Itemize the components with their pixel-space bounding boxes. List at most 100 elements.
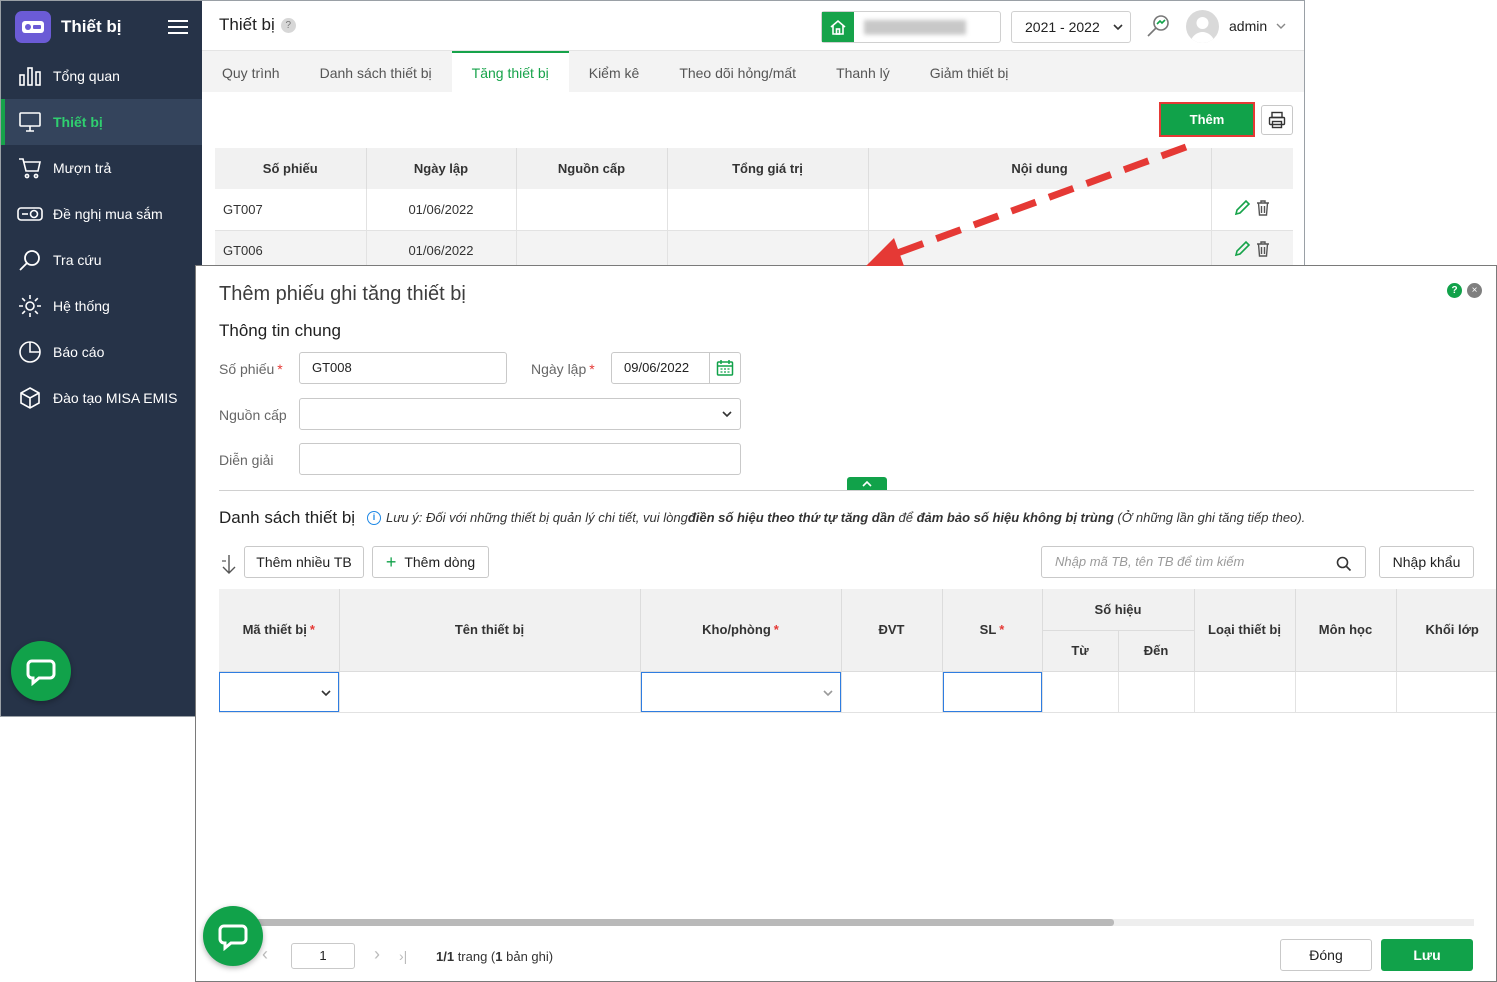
required-mark: * bbox=[773, 622, 779, 638]
ma-thiet-bi-select[interactable] bbox=[219, 671, 339, 712]
calendar-icon[interactable] bbox=[709, 353, 740, 383]
sidebar-item-dao-tao[interactable]: Đào tạo MISA EMIS bbox=[1, 375, 202, 421]
add-many-button[interactable]: Thêm nhiều TB bbox=[244, 546, 364, 578]
column-header-mon-hoc[interactable]: Môn học bbox=[1295, 589, 1397, 672]
khoi-lop-cell[interactable] bbox=[1396, 671, 1496, 713]
scrollbar-thumb[interactable] bbox=[256, 919, 1114, 926]
import-button[interactable]: Nhập khẩu bbox=[1379, 546, 1474, 578]
column-header-ma-thiet-bi[interactable]: Mã thiết bị * bbox=[219, 589, 340, 672]
loai-thiet-bi-cell[interactable] bbox=[1194, 671, 1296, 713]
help-icon[interactable]: ? bbox=[280, 18, 296, 34]
dvt-cell[interactable] bbox=[841, 671, 943, 713]
column-header-loai-thiet-bi[interactable]: Loại thiết bị bbox=[1194, 589, 1296, 672]
chevron-down-icon bbox=[721, 399, 733, 440]
search-icon-wrap[interactable] bbox=[1331, 546, 1361, 578]
school-year-select[interactable]: 2021 - 2022 bbox=[1011, 11, 1131, 43]
column-header[interactable]: Số phiếu bbox=[215, 148, 367, 189]
magic-search-icon[interactable] bbox=[1145, 13, 1171, 42]
ten-thiet-bi-cell[interactable] bbox=[339, 671, 641, 713]
ma-thiet-bi-cell[interactable] bbox=[219, 671, 340, 713]
chevron-down-icon[interactable] bbox=[1275, 15, 1287, 38]
school-year-value: 2021 - 2022 bbox=[1025, 19, 1100, 35]
plus-icon: + bbox=[385, 551, 397, 572]
tab-quy-trinh[interactable]: Quy trình bbox=[202, 51, 300, 92]
pie-chart-icon bbox=[17, 340, 43, 364]
sidebar-item-muon-tra[interactable]: Mượn trả bbox=[1, 145, 202, 191]
next-page-icon[interactable]: › bbox=[374, 944, 380, 965]
prev-page-icon[interactable]: ‹ bbox=[262, 944, 268, 965]
username[interactable]: admin bbox=[1229, 18, 1267, 34]
tab-tang-thiet-bi[interactable]: Tăng thiết bị bbox=[451, 51, 569, 92]
chat-support-button[interactable] bbox=[203, 906, 263, 966]
column-header-den[interactable]: Đến bbox=[1118, 630, 1195, 672]
tu-cell[interactable] bbox=[1042, 671, 1119, 713]
sl-input[interactable] bbox=[942, 671, 1042, 712]
search-icon bbox=[1336, 553, 1352, 583]
den-cell[interactable] bbox=[1118, 671, 1195, 713]
sidebar-item-tra-cuu[interactable]: Tra cứu bbox=[1, 237, 202, 283]
column-header[interactable]: Ngày lập bbox=[366, 148, 517, 189]
edit-pencil-icon[interactable] bbox=[1233, 240, 1251, 261]
add-button[interactable]: Thêm bbox=[1159, 102, 1255, 137]
sidebar-item-thiet-bi[interactable]: Thiết bị bbox=[1, 99, 202, 145]
monitor-icon bbox=[17, 110, 43, 134]
hamburger-menu-icon[interactable] bbox=[168, 16, 188, 38]
table-row[interactable]: GT007 01/06/2022 bbox=[215, 189, 1293, 231]
column-header-tu[interactable]: Từ bbox=[1042, 630, 1119, 672]
trash-icon[interactable] bbox=[1255, 241, 1271, 261]
sidebar-item-bao-cao[interactable]: Báo cáo bbox=[1, 329, 202, 375]
trash-icon[interactable] bbox=[1255, 200, 1271, 220]
tab-kiem-ke[interactable]: Kiểm kê bbox=[569, 51, 660, 92]
column-header[interactable]: Tổng giá trị bbox=[667, 148, 869, 189]
gear-icon bbox=[17, 294, 43, 318]
avatar[interactable] bbox=[1186, 10, 1219, 43]
sidebar-item-tong-quan[interactable]: Tổng quan bbox=[1, 53, 202, 99]
note-suffix: (Ở những lần ghi tăng tiếp theo). bbox=[1113, 510, 1306, 525]
column-header-ten-thiet-bi[interactable]: Tên thiết bị bbox=[339, 589, 641, 672]
tab-thanh-ly[interactable]: Thanh lý bbox=[816, 51, 910, 92]
edit-pencil-icon[interactable] bbox=[1233, 199, 1251, 220]
ngay-lap-input[interactable]: 09/06/2022 bbox=[611, 352, 741, 384]
kho-phong-cell[interactable] bbox=[640, 671, 842, 713]
column-header-sl[interactable]: SL * bbox=[942, 589, 1043, 672]
column-header-khoi-lop[interactable]: Khối lớp bbox=[1396, 589, 1496, 672]
device-table: Mã thiết bị * Tên thiết bị Kho/phòng * ĐVT… bbox=[219, 589, 1496, 713]
required-mark: * bbox=[309, 622, 315, 638]
column-header-so-hieu[interactable]: Số hiệu bbox=[1042, 589, 1195, 631]
page-number-input[interactable]: 1 bbox=[291, 943, 355, 969]
sidebar-item-label: Hệ thống bbox=[53, 298, 110, 314]
mon-hoc-cell[interactable] bbox=[1295, 671, 1397, 713]
save-button[interactable]: Lưu bbox=[1381, 939, 1473, 971]
kho-phong-select[interactable] bbox=[640, 671, 841, 712]
add-row-button[interactable]: + Thêm dòng bbox=[372, 546, 489, 578]
sl-cell[interactable] bbox=[942, 671, 1043, 713]
school-selector[interactable]: ████████████ bbox=[821, 11, 1001, 43]
column-header[interactable]: Nguồn cấp bbox=[516, 148, 668, 189]
tab-theo-doi-hong-mat[interactable]: Theo dõi hỏng/mất bbox=[659, 51, 816, 92]
search-input[interactable]: Nhập mã TB, tên TB để tìm kiếm bbox=[1041, 546, 1366, 578]
row-actions bbox=[1211, 189, 1293, 231]
sidebar-item-de-nghi-mua-sam[interactable]: Đề nghị mua sắm bbox=[1, 191, 202, 237]
close-button[interactable]: Đóng bbox=[1280, 939, 1372, 971]
nguon-cap-select[interactable] bbox=[299, 398, 741, 430]
help-icon[interactable]: ? bbox=[1447, 283, 1462, 298]
chat-support-button[interactable] bbox=[11, 641, 71, 701]
column-header-kho-phong[interactable]: Kho/phòng * bbox=[640, 589, 842, 672]
header-text: Kho/phòng bbox=[702, 622, 771, 638]
cell-noi-dung bbox=[868, 189, 1212, 231]
column-header-dvt[interactable]: ĐVT bbox=[841, 589, 943, 672]
sidebar-item-he-thong[interactable]: Hệ thống bbox=[1, 283, 202, 329]
print-button[interactable] bbox=[1261, 105, 1293, 135]
so-phieu-input[interactable]: GT008 bbox=[299, 352, 507, 384]
column-header[interactable]: Nội dung bbox=[868, 148, 1212, 189]
last-page-icon[interactable]: ›| bbox=[399, 948, 407, 964]
dien-giai-input[interactable] bbox=[299, 443, 741, 475]
tab-giam-thiet-bi[interactable]: Giảm thiết bị bbox=[910, 51, 1029, 92]
close-icon[interactable]: × bbox=[1467, 283, 1482, 298]
tab-danh-sach-thiet-bi[interactable]: Danh sách thiết bị bbox=[300, 51, 452, 92]
horizontal-scrollbar[interactable] bbox=[256, 919, 1474, 926]
required-mark: * bbox=[589, 361, 595, 377]
collapse-toggle[interactable] bbox=[847, 477, 887, 490]
voucher-table: Số phiếu Ngày lập Nguồn cấp Tổng giá trị… bbox=[215, 148, 1293, 272]
sort-down-icon[interactable] bbox=[220, 553, 238, 578]
